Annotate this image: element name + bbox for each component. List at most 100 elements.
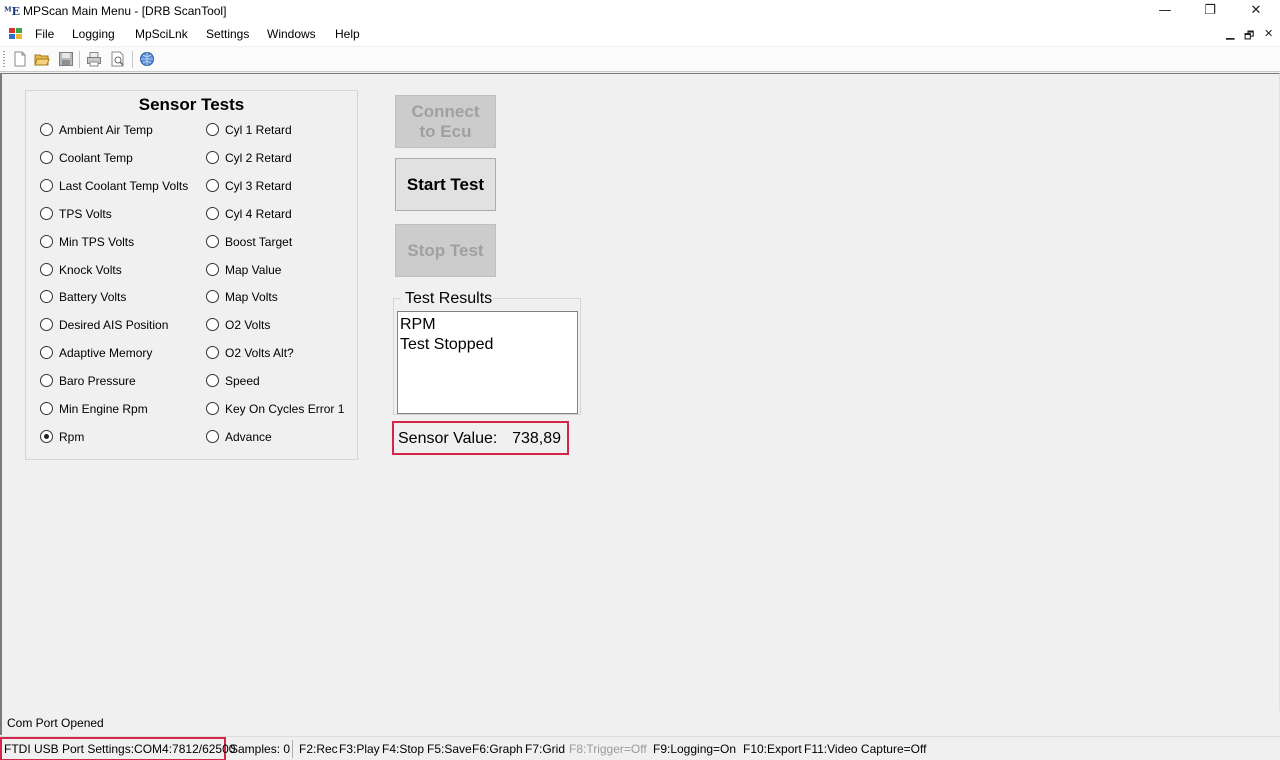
sensor-option-advance[interactable]: Advance xyxy=(206,429,356,445)
menu-file[interactable]: File xyxy=(35,27,54,41)
test-results-listbox[interactable]: RPM Test Stopped xyxy=(397,311,578,414)
radio-button[interactable] xyxy=(206,374,219,388)
radio-button[interactable] xyxy=(40,374,53,388)
radio-button[interactable] xyxy=(206,346,219,360)
radio-button[interactable] xyxy=(206,318,219,332)
radio-button[interactable] xyxy=(40,206,53,220)
new-file-icon[interactable] xyxy=(12,51,28,67)
sensor-option-boost-target[interactable]: Boost Target xyxy=(206,234,356,250)
stop-test-button[interactable]: Stop Test xyxy=(395,224,496,277)
radio-button[interactable] xyxy=(40,262,53,276)
sensor-option-map-value[interactable]: Map Value xyxy=(206,262,356,278)
radio-button[interactable] xyxy=(40,290,53,304)
toolbar-separator xyxy=(132,51,133,68)
radio-button[interactable] xyxy=(206,262,219,276)
radio-button[interactable] xyxy=(206,234,219,248)
mdi-close-button[interactable]: ✕ xyxy=(1264,27,1273,40)
sensor-option-baro-pressure[interactable]: Baro Pressure xyxy=(40,373,190,389)
sensor-option-o2-volts-alt[interactable]: O2 Volts Alt? xyxy=(206,345,356,361)
sensor-option-label: Coolant Temp xyxy=(59,150,133,165)
sensor-option-cyl-2-retard[interactable]: Cyl 2 Retard xyxy=(206,150,356,166)
maximize-restore-button[interactable]: ❐ xyxy=(1187,0,1233,22)
sensor-option-label: Adaptive Memory xyxy=(59,346,153,361)
results-line: RPM xyxy=(400,316,436,333)
radio-button[interactable] xyxy=(206,402,219,415)
save-disk-icon[interactable] xyxy=(58,51,74,67)
radio-button[interactable] xyxy=(40,150,53,164)
radio-button[interactable] xyxy=(206,150,219,164)
open-folder-icon[interactable] xyxy=(34,51,50,67)
radio-button[interactable] xyxy=(40,123,53,136)
sensor-option-label: Speed xyxy=(225,374,260,389)
sensor-option-cyl-3-retard[interactable]: Cyl 3 Retard xyxy=(206,178,356,194)
sensor-option-label: O2 Volts xyxy=(225,318,271,333)
toolbar-grip[interactable] xyxy=(3,51,5,67)
sensor-option-o2-volts[interactable]: O2 Volts xyxy=(206,317,356,333)
radio-button[interactable] xyxy=(40,346,53,360)
sensor-option-label: O2 Volts Alt? xyxy=(225,346,294,361)
radio-button[interactable] xyxy=(40,178,53,192)
mdi-restore-button[interactable]: 🗗 xyxy=(1244,27,1254,46)
sensor-option-label: Map Value xyxy=(225,262,282,277)
radio-button[interactable] xyxy=(40,234,53,248)
sensor-option-coolant-temp[interactable]: Coolant Temp xyxy=(40,150,190,166)
connect-to-ecu-button[interactable]: Connect to Ecu xyxy=(395,95,496,148)
sensor-option-rpm[interactable]: Rpm xyxy=(40,429,190,445)
menu-windows[interactable]: Windows xyxy=(267,27,316,41)
mdi-minimize-button[interactable]: ▁ xyxy=(1226,27,1234,40)
menu-logging[interactable]: Logging xyxy=(72,27,115,41)
sensor-option-speed[interactable]: Speed xyxy=(206,373,356,389)
hotkey-f7: F7:Grid xyxy=(525,742,566,756)
results-line: Test Stopped xyxy=(400,336,494,353)
mdi-system-menu-icon[interactable] xyxy=(9,28,22,40)
sensor-option-desired-ais-position[interactable]: Desired AIS Position xyxy=(40,317,190,333)
sensor-option-tps-volts[interactable]: TPS Volts xyxy=(40,206,190,222)
status-message-bar: Com Port Opened xyxy=(0,711,1280,735)
sensor-option-knock-volts[interactable]: Knock Volts xyxy=(40,262,190,278)
menu-settings[interactable]: Settings xyxy=(206,27,249,41)
sensor-option-map-volts[interactable]: Map Volts xyxy=(206,289,356,305)
test-results-title: Test Results xyxy=(404,290,494,308)
sensor-option-key-on-cycles-error-1[interactable]: Key On Cycles Error 1 xyxy=(206,401,356,417)
menu-help[interactable]: Help xyxy=(335,27,360,41)
sensor-value-label: Sensor Value: xyxy=(398,430,498,447)
port-settings-panel: FTDI USB Port Settings:COM4:7812/62500 xyxy=(0,737,235,760)
minimize-button[interactable]: — xyxy=(1142,0,1188,22)
sensor-option-cyl-1-retard[interactable]: Cyl 1 Retard xyxy=(206,122,356,138)
sensor-value-readout: 738,89 xyxy=(512,430,561,447)
radio-button[interactable] xyxy=(40,318,53,332)
sensor-option-min-tps-volts[interactable]: Min TPS Volts xyxy=(40,234,190,250)
sensor-option-label: Cyl 4 Retard xyxy=(225,206,292,221)
start-test-button[interactable]: Start Test xyxy=(395,158,496,211)
radio-button[interactable] xyxy=(206,290,219,304)
sensor-option-label: Desired AIS Position xyxy=(59,318,169,333)
hotkey-f6: F6:Graph xyxy=(472,742,523,756)
radio-button[interactable] xyxy=(206,123,219,136)
radio-button[interactable] xyxy=(40,402,53,415)
sensor-option-label: TPS Volts xyxy=(59,206,112,221)
sensor-option-label: Cyl 3 Retard xyxy=(225,178,292,193)
sensor-option-battery-volts[interactable]: Battery Volts xyxy=(40,289,190,305)
close-button[interactable]: ✕ xyxy=(1233,0,1279,22)
radio-button[interactable] xyxy=(206,206,219,220)
sensor-option-last-coolant-temp-volts[interactable]: Last Coolant Temp Volts xyxy=(40,178,190,194)
hotkey-f5: F5:Save xyxy=(427,742,472,756)
sensor-option-ambient-air-temp[interactable]: Ambient Air Temp xyxy=(40,122,190,138)
sensor-option-label: Map Volts xyxy=(225,290,278,305)
radio-button[interactable] xyxy=(40,429,53,443)
menu-mpscilnk[interactable]: MpSciLnk xyxy=(135,27,188,41)
window-title: MPScan Main Menu - [DRB ScanTool] xyxy=(23,4,227,18)
sensor-option-label: Key On Cycles Error 1 xyxy=(225,402,345,416)
sensor-option-cyl-4-retard[interactable]: Cyl 4 Retard xyxy=(206,206,356,222)
connect-button-label-line1: Connect xyxy=(411,102,480,121)
radio-button[interactable] xyxy=(206,429,219,443)
sensor-option-adaptive-memory[interactable]: Adaptive Memory xyxy=(40,345,190,361)
hotkey-f11: F11:Video Capture=Off xyxy=(804,742,927,756)
radio-button[interactable] xyxy=(206,178,219,192)
sensor-option-min-engine-rpm[interactable]: Min Engine Rpm xyxy=(40,401,190,417)
print-preview-icon[interactable] xyxy=(110,51,126,67)
help-globe-icon[interactable] xyxy=(139,51,155,67)
status-message: Com Port Opened xyxy=(7,716,104,730)
print-icon[interactable] xyxy=(86,51,102,67)
hotkey-f10: F10:Export xyxy=(743,742,802,756)
